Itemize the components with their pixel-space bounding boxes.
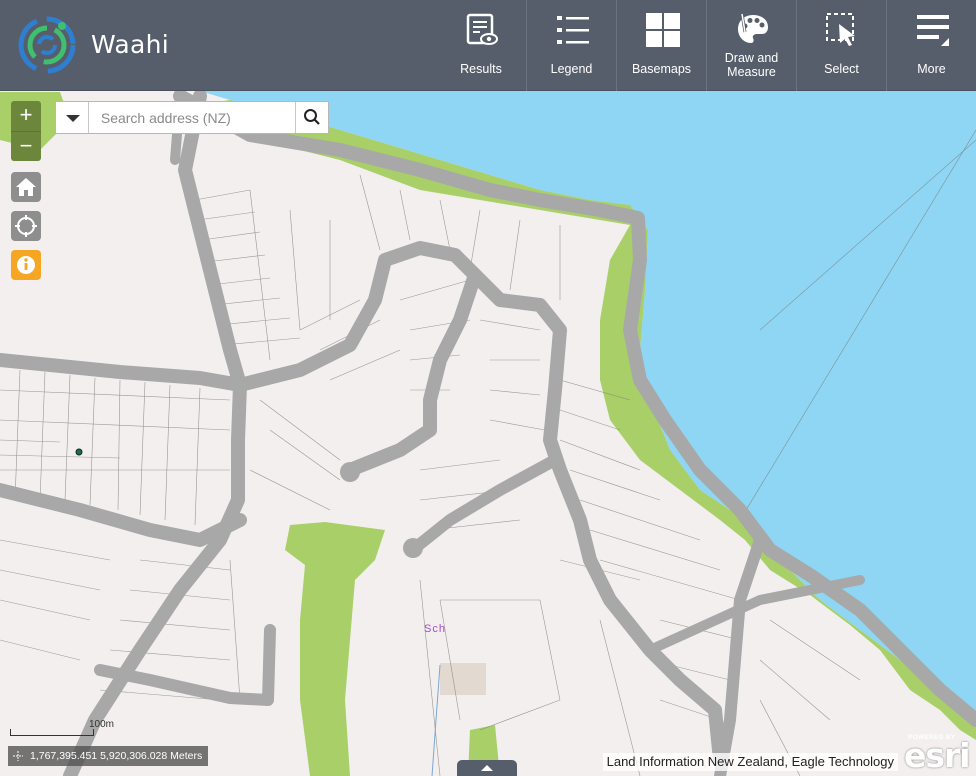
esri-wordmark: esri <box>904 736 971 775</box>
esri-logo: esri POWERED BY <box>904 734 971 775</box>
waahi-logo <box>18 16 76 74</box>
home-icon <box>16 178 36 196</box>
draw-label-line2: Measure <box>727 65 776 79</box>
map-attribution: Land Information New Zealand, Eagle Tech… <box>602 753 898 771</box>
coordinate-display[interactable]: 1,767,395.451 5,920,306.028 Meters <box>8 746 209 766</box>
draw-measure-label: Draw and Measure <box>707 51 796 79</box>
more-menu-icon <box>917 15 949 46</box>
select-button[interactable]: Select <box>796 0 886 91</box>
search-icon <box>304 109 320 125</box>
school-label: Sch <box>424 623 446 635</box>
zoom-out-button[interactable]: − <box>11 131 41 161</box>
esri-powered-by: POWERED BY <box>908 734 956 741</box>
scale-bar-label: 100m <box>89 719 115 730</box>
select-label: Select <box>824 62 859 76</box>
search-source-dropdown[interactable] <box>56 102 89 133</box>
info-button[interactable] <box>11 250 41 280</box>
zoom-in-button[interactable]: + <box>11 101 41 131</box>
basemaps-label: Basemaps <box>631 62 692 76</box>
locate-icon <box>15 215 37 237</box>
results-label: Results <box>460 62 502 76</box>
more-button[interactable]: More <box>886 0 976 91</box>
draw-label-line1: Draw and <box>724 51 779 65</box>
results-icon <box>466 13 498 45</box>
draw-measure-button[interactable]: Draw and Measure <box>706 0 796 91</box>
scale-bar-line <box>10 729 94 736</box>
select-cursor-icon <box>826 13 855 46</box>
cul-de-sac-end <box>403 538 423 558</box>
basemaps-button[interactable]: Basemaps <box>616 0 706 91</box>
search-input[interactable] <box>88 102 295 133</box>
more-label: More <box>917 62 946 76</box>
app-root: Waahi Results Legend Basemaps Draw and M… <box>0 0 976 776</box>
legend-icon <box>557 16 589 44</box>
cul-de-sac-end-2 <box>340 462 360 482</box>
palette-icon <box>738 13 768 43</box>
toolbar: Results Legend Basemaps Draw and Measure… <box>436 0 976 91</box>
bottom-panel-toggle[interactable] <box>457 760 517 776</box>
crosshair-icon <box>13 751 23 761</box>
map-point-marker[interactable] <box>75 448 83 456</box>
legend-button[interactable]: Legend <box>526 0 616 91</box>
coordinate-text: 1,767,395.451 5,920,306.028 Meters <box>30 750 203 762</box>
basemaps-grid-icon <box>646 13 680 47</box>
app-title: Waahi <box>91 30 170 59</box>
map-view[interactable] <box>0 91 976 776</box>
results-button[interactable]: Results <box>436 0 526 91</box>
search-button[interactable] <box>295 102 328 133</box>
legend-label: Legend <box>550 62 593 76</box>
search-box <box>55 101 329 134</box>
home-button[interactable] <box>11 172 41 202</box>
info-icon <box>17 256 35 274</box>
basemap-canvas[interactable] <box>0 91 976 776</box>
school-building <box>440 663 486 695</box>
zoom-control: + − <box>11 101 41 161</box>
header-bar: Waahi Results Legend Basemaps Draw and M… <box>0 0 976 91</box>
locate-button[interactable] <box>11 211 41 241</box>
